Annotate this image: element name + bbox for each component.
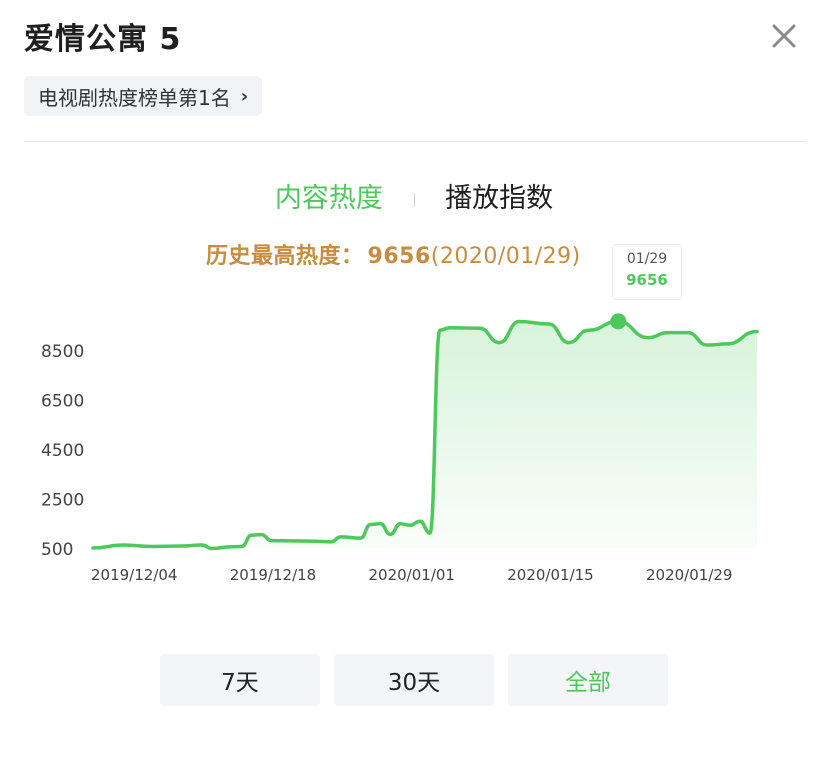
- y-tick-label: 2500: [41, 491, 84, 511]
- x-tick-label: 2019/12/04: [91, 566, 177, 584]
- x-tick-label: 2020/01/15: [507, 566, 593, 584]
- y-tick-label: 500: [41, 540, 73, 560]
- x-tick-label: 2019/12/18: [230, 566, 316, 584]
- range-30d-button[interactable]: 30天: [334, 654, 494, 706]
- x-tick-label: 2020/01/01: [369, 566, 455, 584]
- y-tick-label: 4500: [41, 441, 84, 461]
- y-tick-label: 8500: [41, 342, 84, 362]
- y-tick-label: 6500: [41, 392, 84, 412]
- x-tick-label: 2020/01/29: [646, 566, 732, 584]
- peak-point[interactable]: [610, 313, 627, 330]
- peak-tooltip: 01/29 9656: [612, 244, 682, 300]
- tooltip-date: 01/29: [626, 251, 668, 267]
- tooltip-value: 9656: [626, 271, 668, 289]
- series-area: [93, 321, 758, 549]
- range-7d-button[interactable]: 7天: [160, 654, 320, 706]
- heat-chart: 500 2500 4500 6500 8500 2019/12/04 2019/12/18…: [41, 313, 759, 584]
- range-all-button[interactable]: 全部: [508, 654, 668, 706]
